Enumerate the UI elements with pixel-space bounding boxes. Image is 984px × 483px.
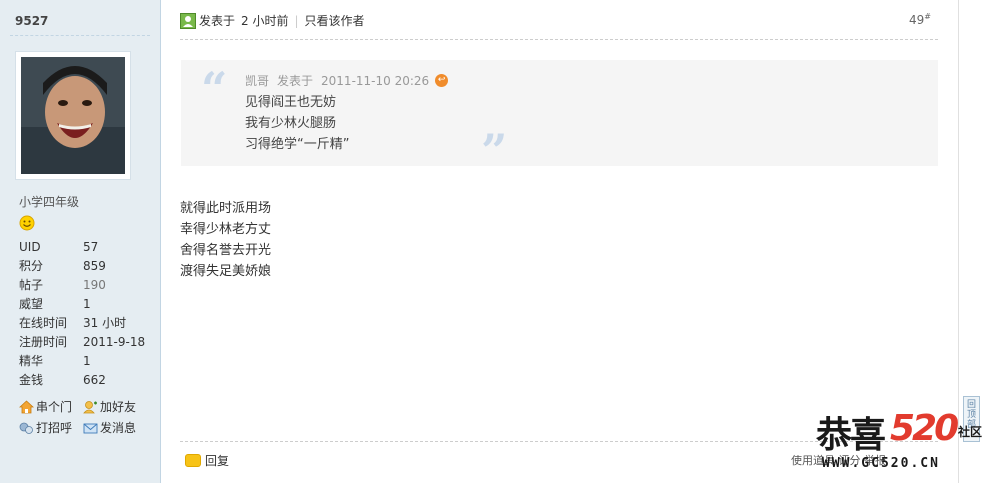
- goto-post-icon[interactable]: ↩: [435, 74, 449, 87]
- add-friend-label: 加好友: [100, 399, 137, 414]
- quote-time: 2011-11-10 20:26: [321, 73, 430, 88]
- reply-icon: [185, 454, 201, 467]
- stat-row: 注册时间 2011-9-18: [19, 333, 149, 352]
- watermark-side: 社区: [958, 425, 983, 439]
- separator: |: [294, 13, 299, 28]
- add-friend-icon: [83, 400, 97, 413]
- stat-value-link[interactable]: 190: [83, 276, 106, 295]
- quote-meta: 凯哥 发表于 2011-11-10 20:26 ↩: [245, 72, 449, 89]
- stat-row: UID 57: [19, 238, 149, 257]
- avatar-image: [21, 57, 125, 174]
- home-icon: [19, 399, 34, 413]
- greet-icon: [19, 422, 33, 434]
- quote-block: “ 凯哥 发表于 2011-11-10 20:26 ↩ 见得阎王也无妨 我有少林…: [181, 60, 938, 174]
- stat-key: UID: [19, 240, 41, 254]
- greet-label: 打招呼: [36, 420, 73, 435]
- posted-label: 发表于: [199, 14, 236, 28]
- quote-author: 凯哥: [245, 74, 270, 88]
- stat-key: 精华: [19, 354, 44, 368]
- user-stats: UID 57 积分 859 帖子 190 威望 1 在线时间 31 小时 注册时间 2011…: [19, 238, 149, 390]
- greet-button[interactable]: 打招呼: [19, 417, 83, 438]
- divider: [10, 35, 150, 36]
- quote-line: 我有少林火腿肠: [245, 116, 337, 131]
- watermark-url: WWW.GC520.CN: [822, 456, 940, 471]
- visit-button[interactable]: 串个门: [19, 396, 83, 417]
- stat-key: 注册时间: [19, 335, 68, 349]
- add-friend-button[interactable]: 加好友: [83, 396, 147, 417]
- stat-row: 威望 1: [19, 295, 149, 314]
- only-author-link[interactable]: 只看该作者: [305, 12, 365, 29]
- watermark-cn: 恭喜: [816, 414, 886, 456]
- posted-time: 2 小时前: [241, 14, 289, 28]
- user-rank: 小学四年级: [19, 195, 80, 209]
- body-line: 就得此时派用场: [180, 201, 272, 216]
- stat-value: 2011-9-18: [83, 335, 146, 349]
- stat-row: 帖子 190: [19, 276, 149, 295]
- username[interactable]: 9527: [15, 14, 48, 28]
- message-label: 发消息: [100, 420, 137, 435]
- stat-row: 精华 1: [19, 352, 149, 371]
- stat-value: 57: [83, 240, 99, 254]
- stat-value: 859: [83, 259, 106, 273]
- online-user-icon: [180, 12, 196, 29]
- stat-key: 金钱: [19, 373, 44, 387]
- floor-number[interactable]: 49#: [909, 12, 931, 27]
- stat-value: 1: [83, 297, 91, 311]
- stat-key: 积分: [19, 259, 44, 273]
- visit-label: 串个门: [36, 399, 73, 414]
- quote-posted-label: 发表于: [277, 74, 314, 88]
- user-panel: 9527 小学四年级 UID 57 积分 859 帖子 190 威望 1 在线时间 31 …: [0, 0, 161, 483]
- floor-value: 49: [909, 13, 925, 27]
- reply-button[interactable]: 回复: [185, 452, 229, 469]
- stat-key: 在线时间: [19, 316, 68, 330]
- envelope-icon: [83, 423, 98, 433]
- quote-line: 见得阎王也无妨: [245, 95, 337, 110]
- quote-text: 见得阎王也无妨 我有少林火腿肠 习得绝学“一斤精”: [245, 92, 349, 155]
- body-line: 幸得少林老方丈: [180, 222, 272, 237]
- stat-row: 在线时间 31 小时: [19, 314, 149, 333]
- stat-value: 662: [83, 373, 106, 387]
- stat-row: 金钱 662: [19, 371, 149, 390]
- quote-open-icon: “: [201, 62, 228, 116]
- message-button[interactable]: 发消息: [83, 417, 147, 438]
- post-header: 发表于 2 小时前 | 只看该作者: [180, 12, 365, 29]
- stat-value: 31 小时: [83, 316, 127, 330]
- stat-key: 威望: [19, 297, 44, 311]
- site-watermark: 恭喜 520 社区 WWW.GC520.CN: [812, 406, 982, 476]
- post-body: 就得此时派用场 幸得少林老方丈 舍得名誉去开光 渡得失足美娇娘: [180, 198, 271, 282]
- body-line: 渡得失足美娇娘: [180, 264, 272, 279]
- divider: [180, 39, 938, 40]
- watermark-number: 520: [890, 408, 959, 449]
- stat-row: 积分 859: [19, 257, 149, 276]
- floor-sup: #: [924, 12, 931, 21]
- quote-line: 习得绝学“一斤精”: [245, 137, 350, 152]
- body-line: 舍得名誉去开光: [180, 243, 272, 258]
- avatar[interactable]: [15, 51, 131, 180]
- quote-close-icon: ”: [481, 124, 508, 178]
- stat-key: 帖子: [19, 278, 44, 292]
- user-actions: 串个门 加好友 打招呼 发消息: [19, 396, 159, 438]
- smiley-icon: [19, 215, 35, 231]
- reply-label: 回复: [205, 454, 230, 468]
- stat-value: 1: [83, 354, 91, 368]
